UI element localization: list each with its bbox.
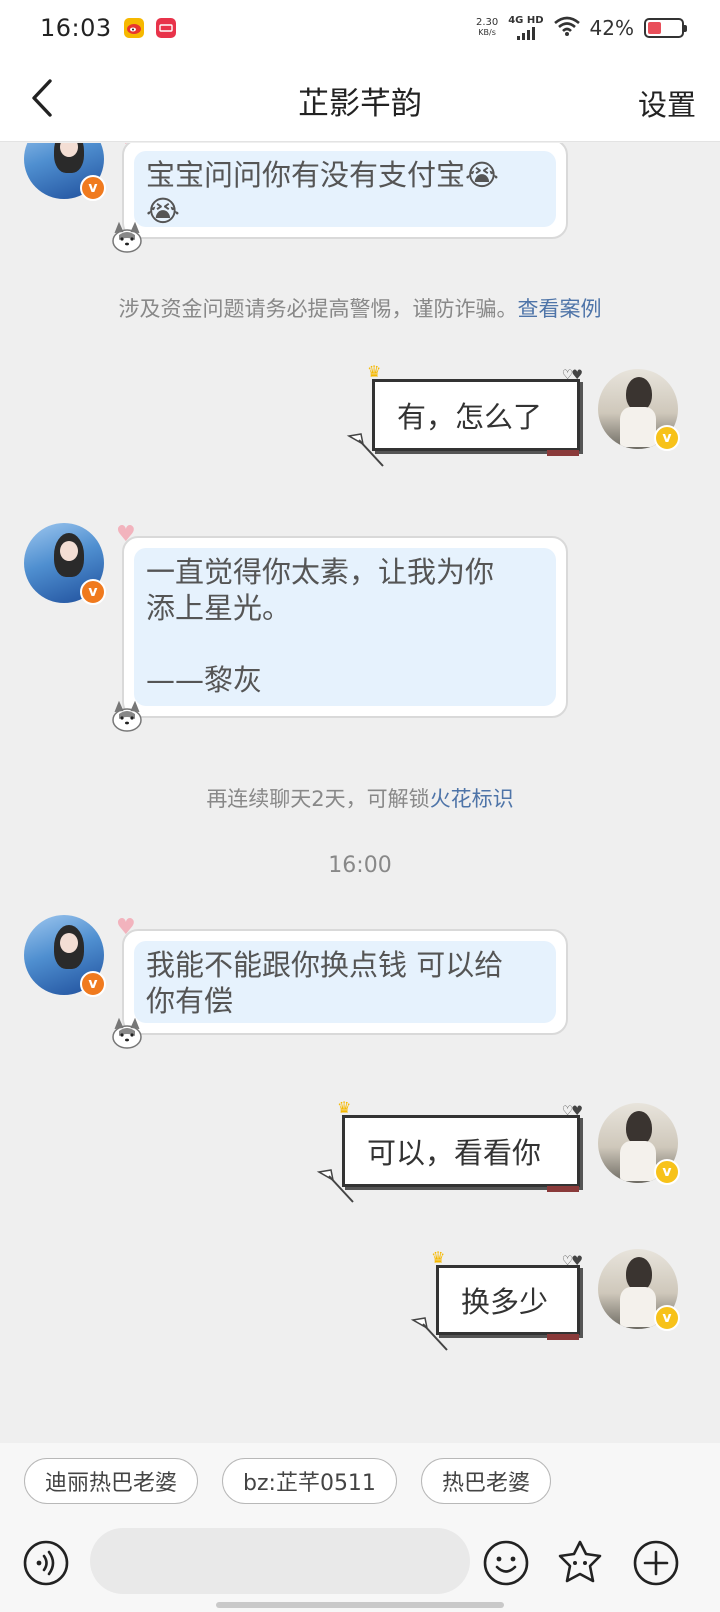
my-avatar[interactable]: v	[598, 1103, 680, 1185]
status-bar: 16:03 2.30 KB/s 4G HD 42%	[0, 0, 720, 56]
status-indicators: 2.30 KB/s 4G HD 42%	[476, 15, 687, 40]
emoji-icon	[483, 1540, 529, 1586]
more-button[interactable]	[632, 1539, 680, 1587]
contact-avatar[interactable]: v	[24, 143, 106, 201]
weibo-app-icon	[123, 18, 144, 38]
battery-fill	[648, 22, 662, 34]
signal-icon	[516, 26, 535, 40]
message-text: 换多少	[461, 1285, 549, 1319]
network-type: 4G HD	[508, 15, 544, 26]
news-app-icon	[155, 18, 176, 38]
quick-reply-bar: 迪丽热巴老婆 bz:芷芊0511 热巴老婆	[0, 1443, 720, 1518]
my-avatar[interactable]: v	[598, 369, 680, 451]
message-text: 宝宝问问你有没有支付宝😭 😭	[134, 151, 556, 228]
message-bubble-incoming[interactable]: 一直觉得你太素，让我为你 添上星光。 ——黎灰 ♥	[112, 524, 568, 732]
quick-reply-chip[interactable]: 迪丽热巴老婆	[24, 1457, 199, 1504]
message-bubble-incoming[interactable]: 宝宝问问你有没有支付宝😭 😭 ♥	[112, 143, 568, 253]
crown-icon: ♛	[337, 1098, 352, 1117]
contact-avatar[interactable]: v	[24, 915, 106, 997]
wand-icon	[410, 1317, 448, 1351]
page-title: 芷影芊韵	[298, 86, 422, 122]
heart-icon: ♥	[116, 143, 138, 149]
crown-icon: ♛	[431, 1248, 446, 1267]
message-bubble-outgoing[interactable]: 换多少 ♛ ♡♥	[410, 1248, 583, 1351]
contact-avatar[interactable]: v	[24, 523, 106, 605]
wand-icon	[316, 1169, 354, 1203]
network-speed: 2.30 KB/s	[476, 18, 498, 38]
verified-badge-icon: v	[654, 425, 680, 451]
network-speed-unit: KB/s	[478, 28, 496, 37]
husky-sticker-icon	[112, 1017, 142, 1049]
voice-icon	[23, 1540, 69, 1586]
pixel-hearts-icon: ♡♥	[561, 1254, 583, 1269]
heart-icon: ♥	[116, 522, 136, 547]
verified-badge-icon: v	[654, 1159, 680, 1185]
fraud-warning-note: 涉及资金问题请务必提高警惕，谨防诈骗。查看案例	[0, 293, 720, 323]
wifi-icon	[553, 16, 580, 40]
verified-badge-icon: v	[80, 579, 106, 605]
sticker-icon	[558, 1540, 602, 1583]
verified-badge-icon: v	[80, 175, 106, 201]
heart-icon: ♥	[116, 915, 136, 940]
message-text: 可以，看看你	[367, 1136, 542, 1170]
input-bar	[0, 1518, 720, 1612]
husky-sticker-icon	[112, 700, 142, 732]
streak-note: 再连续聊天2天，可解锁火花标识	[0, 783, 720, 813]
plus-icon	[633, 1540, 679, 1586]
my-avatar[interactable]: v	[598, 1249, 680, 1331]
wand-icon	[346, 433, 384, 467]
message-text: 有，怎么了	[397, 400, 543, 434]
husky-sticker-icon	[112, 221, 142, 253]
verified-badge-icon: v	[80, 971, 106, 997]
spark-badge-link[interactable]: 火花标识	[430, 787, 514, 811]
message-text: 一直觉得你太素，让我为你 添上星光。 ——黎灰	[134, 548, 556, 706]
verified-badge-icon: v	[654, 1305, 680, 1331]
view-cases-link[interactable]: 查看案例	[518, 297, 602, 321]
quick-reply-chip[interactable]: bz:芷芊0511	[222, 1457, 397, 1504]
settings-button[interactable]: 设置	[638, 82, 696, 124]
message-bubble-outgoing[interactable]: 可以，看看你 ♛ ♡♥	[316, 1098, 583, 1203]
message-input[interactable]	[90, 1528, 470, 1594]
chat-header: 芷影芊韵 设置	[0, 56, 720, 142]
voice-button[interactable]	[22, 1539, 70, 1587]
chat-messages: v 宝宝问问你有没有支付宝😭 😭 ♥ 涉及资金问题请务必提高警惕，谨防诈骗。查看…	[0, 143, 720, 1443]
network-speed-value: 2.30	[475, 17, 499, 28]
bubble-tail-decoration	[547, 450, 579, 456]
crown-icon: ♛	[367, 362, 382, 381]
bubble-tail-decoration	[547, 1186, 579, 1192]
bubble-tail-decoration	[547, 1334, 579, 1340]
quick-reply-chip[interactable]: 热巴老婆	[420, 1457, 551, 1504]
message-bubble-outgoing[interactable]: 有，怎么了 ♛ ♡♥	[346, 362, 583, 467]
battery-icon	[644, 18, 687, 38]
pixel-hearts-icon: ♡♥	[561, 1104, 583, 1119]
message-text: 我能不能跟你换点钱 可以给 你有偿	[134, 941, 556, 1023]
message-timestamp: 16:00	[328, 853, 392, 878]
pixel-hearts-icon: ♡♥	[561, 368, 583, 383]
sticker-button[interactable]	[556, 1539, 604, 1587]
streak-text: 再连续聊天2天，可解锁	[206, 787, 430, 811]
emoji-button[interactable]	[482, 1539, 530, 1587]
fraud-warning-text: 涉及资金问题请务必提高警惕，谨防诈骗。	[118, 297, 518, 321]
battery-percent: 42%	[589, 16, 634, 40]
status-time: 16:03	[40, 14, 112, 42]
home-indicator[interactable]	[216, 1602, 504, 1608]
message-bubble-incoming[interactable]: 我能不能跟你换点钱 可以给 你有偿 ♥	[112, 917, 568, 1049]
